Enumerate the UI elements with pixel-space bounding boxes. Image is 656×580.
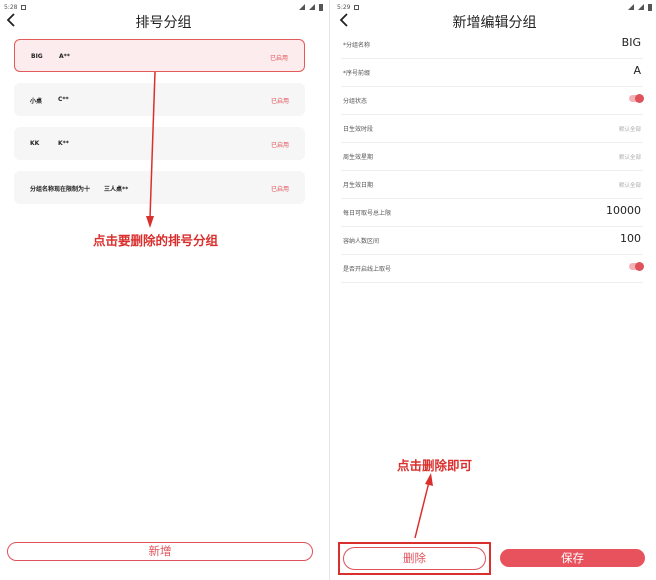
save-button[interactable]: 保存 xyxy=(500,549,645,567)
annotation-text: 点击要删除的排号分组 xyxy=(93,233,219,248)
delete-button[interactable]: 删除 xyxy=(343,547,486,570)
divider xyxy=(329,0,330,580)
edit-group-screen: 5:29 新增编辑分组 *分组名称 BIG *序号前缀 A 分组状态 日生效时段… xyxy=(333,0,656,580)
annotation-arrow xyxy=(146,71,156,228)
annotation-arrow xyxy=(414,473,433,539)
add-button[interactable]: 新增 xyxy=(7,542,313,561)
group-list-screen: 5:28 排号分组 BIG A** 已启用 小桌 C** 已启用 KK K** … xyxy=(0,0,327,580)
